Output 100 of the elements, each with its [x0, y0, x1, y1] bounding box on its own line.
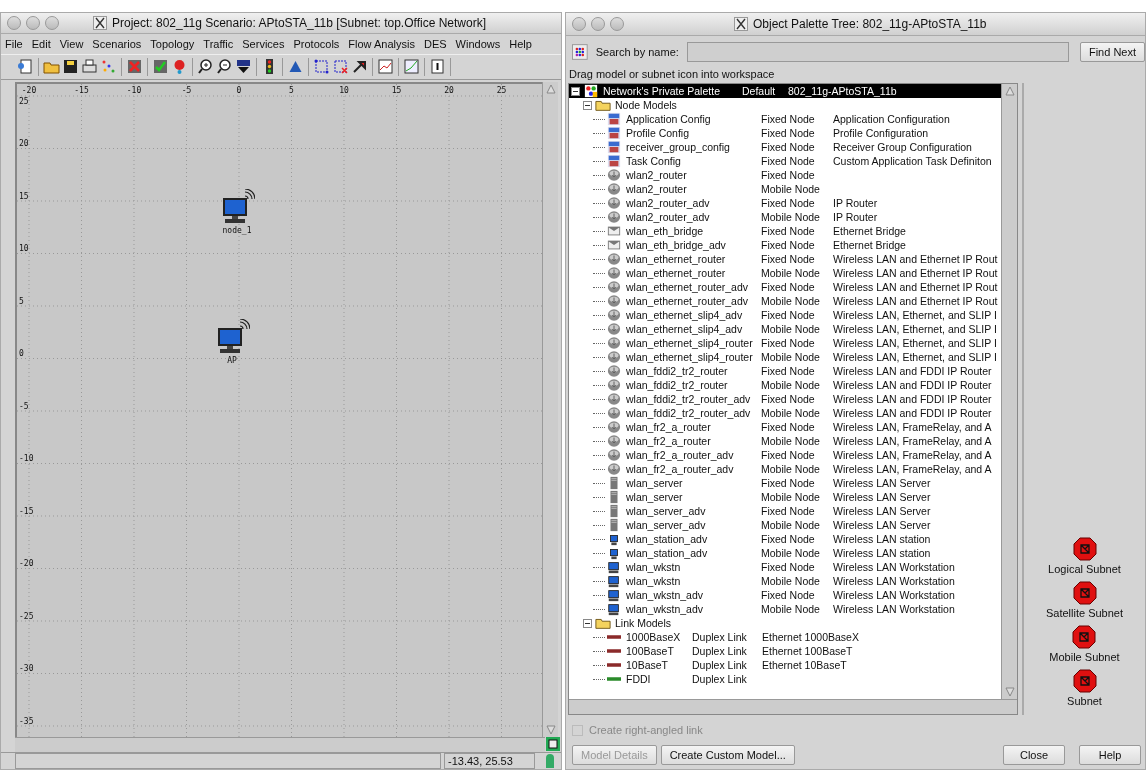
- find-next-button[interactable]: Find Next: [1079, 42, 1145, 62]
- dialog-button[interactable]: Create Custom Model...: [660, 745, 795, 765]
- download-arrow-icon[interactable]: [235, 58, 252, 76]
- model-name[interactable]: wlan_fddi2_tr2_router: [626, 379, 761, 391]
- configuration-icon[interactable]: [606, 112, 622, 126]
- router-icon[interactable]: [606, 336, 622, 350]
- router-icon[interactable]: [606, 182, 622, 196]
- menu-item[interactable]: Traffic: [203, 37, 234, 50]
- window-button-icon[interactable]: [45, 15, 59, 30]
- tree-group-label[interactable]: Node Models: [615, 99, 677, 111]
- collapse-icon[interactable]: [571, 86, 580, 96]
- node-grid-icon[interactable]: [313, 58, 330, 76]
- router-icon[interactable]: [606, 350, 622, 364]
- dialog-button[interactable]: Help: [1079, 745, 1141, 765]
- model-name[interactable]: wlan_fr2_a_router: [626, 435, 761, 447]
- model-name[interactable]: wlan_ethernet_router: [626, 267, 761, 279]
- router-icon[interactable]: [606, 280, 622, 294]
- menu-item[interactable]: DES: [423, 37, 447, 50]
- dialog-button[interactable]: Close: [1003, 745, 1065, 765]
- subnet-icon[interactable]: [1072, 581, 1097, 605]
- menu-item[interactable]: Edit: [31, 37, 51, 50]
- graph-icon[interactable]: [403, 58, 420, 76]
- subnet-label[interactable]: Satellite Subnet: [1045, 607, 1124, 619]
- menu-item[interactable]: Protocols: [293, 37, 340, 50]
- menu-item[interactable]: Scenarios: [92, 37, 142, 50]
- menu-item[interactable]: Windows: [455, 37, 501, 50]
- computer-icon[interactable]: [606, 574, 622, 588]
- collapse-icon[interactable]: [583, 618, 592, 628]
- scroll-down-arrow-icon[interactable]: [1004, 687, 1015, 697]
- window-button-icon[interactable]: [7, 15, 21, 30]
- computer-icon[interactable]: [606, 602, 622, 616]
- model-name[interactable]: FDDI: [626, 673, 692, 685]
- model-name[interactable]: wlan_server: [626, 477, 761, 489]
- model-name[interactable]: wlan2_router: [626, 183, 761, 195]
- router-icon[interactable]: [606, 378, 622, 392]
- model-name[interactable]: wlan_ethernet_router_adv: [626, 295, 761, 307]
- model-name[interactable]: wlan_server_adv: [626, 519, 761, 531]
- router-icon[interactable]: [606, 420, 622, 434]
- model-name[interactable]: wlan_ethernet_router: [626, 253, 761, 265]
- window-button-icon[interactable]: [26, 15, 40, 30]
- model-name[interactable]: wlan_server: [626, 491, 761, 503]
- model-name[interactable]: wlan_ethernet_slip4_router: [626, 351, 761, 363]
- model-name[interactable]: wlan_ethernet_slip4_adv: [626, 323, 761, 335]
- node-grid-cross-icon[interactable]: [332, 58, 349, 76]
- model-name[interactable]: wlan_wkstn_adv: [626, 589, 761, 601]
- configuration-icon[interactable]: [606, 126, 622, 140]
- subnet-icon[interactable]: [1072, 537, 1097, 561]
- window-button-icon[interactable]: [591, 17, 605, 31]
- menu-item[interactable]: Topology: [150, 37, 195, 50]
- document-icon[interactable]: [429, 58, 446, 76]
- model-name[interactable]: wlan2_router_adv: [626, 197, 761, 209]
- scroll-up-arrow-icon[interactable]: [545, 83, 556, 94]
- window-button-icon[interactable]: [610, 17, 624, 31]
- bridge-icon[interactable]: [606, 224, 622, 238]
- model-name[interactable]: wlan_fddi2_tr2_router: [626, 365, 761, 377]
- model-name[interactable]: wlan2_router_adv: [626, 211, 761, 223]
- model-name[interactable]: Application Config: [626, 113, 761, 125]
- router-icon[interactable]: [606, 392, 622, 406]
- menu-item[interactable]: File: [5, 37, 23, 50]
- router-icon[interactable]: [606, 364, 622, 378]
- router-icon[interactable]: [606, 322, 622, 336]
- window-button-icon[interactable]: [572, 17, 586, 31]
- tree-group-label[interactable]: Link Models: [615, 617, 672, 629]
- model-name[interactable]: wlan_fddi2_tr2_router_adv: [626, 393, 761, 405]
- subnet-label[interactable]: Mobile Subnet: [1049, 651, 1120, 663]
- subnet-label[interactable]: Logical Subnet: [1048, 563, 1121, 575]
- router-icon[interactable]: [606, 406, 622, 420]
- model-name[interactable]: wlan_fr2_a_router_adv: [626, 449, 761, 461]
- model-name[interactable]: receiver_group_config: [626, 141, 761, 153]
- configuration-icon[interactable]: [606, 154, 622, 168]
- vertical-scrollbar[interactable]: [1001, 84, 1017, 699]
- router-icon[interactable]: [606, 462, 622, 476]
- search-field[interactable]: [686, 42, 1069, 62]
- scroll-down-arrow-icon[interactable]: [545, 724, 556, 735]
- menu-item[interactable]: Help: [509, 37, 532, 50]
- menu-item[interactable]: Services: [242, 37, 285, 50]
- router-icon[interactable]: [606, 434, 622, 448]
- model-name[interactable]: wlan_station_adv: [626, 547, 761, 559]
- subnet-icon[interactable]: [1072, 669, 1097, 693]
- model-name[interactable]: wlan_fr2_a_router: [626, 421, 761, 433]
- model-name[interactable]: wlan_server_adv: [626, 505, 761, 517]
- workspace-canvas[interactable]: -20 -15 -10 -5 0 5 10 15 20 25 25 20 15 10 5 0 -5 -10 -15 -20 -25 -30 -35 node_1 AP: [15, 81, 542, 737]
- model-name[interactable]: wlan_fddi2_tr2_router_adv: [626, 407, 761, 419]
- printer-icon[interactable]: [81, 58, 98, 76]
- zoom-in-icon[interactable]: [197, 58, 214, 76]
- model-name[interactable]: wlan_eth_bridge_adv: [626, 239, 761, 251]
- chart-icon[interactable]: [377, 58, 394, 76]
- collapse-icon[interactable]: [583, 100, 592, 110]
- bridge-icon[interactable]: [606, 238, 622, 252]
- computer-icon[interactable]: [606, 560, 622, 574]
- model-name[interactable]: wlan_wkstn: [626, 575, 761, 587]
- horizontal-scrollbar[interactable]: [569, 699, 1017, 714]
- new-document-icon[interactable]: [17, 58, 34, 76]
- router-icon[interactable]: [606, 308, 622, 322]
- router-icon[interactable]: [606, 294, 622, 308]
- resize-grip-icon[interactable]: [544, 753, 556, 768]
- model-name[interactable]: wlan2_router: [626, 169, 761, 181]
- scroll-up-arrow-icon[interactable]: [1004, 86, 1015, 96]
- model-name[interactable]: wlan_ethernet_slip4_adv: [626, 309, 761, 321]
- router-icon[interactable]: [606, 252, 622, 266]
